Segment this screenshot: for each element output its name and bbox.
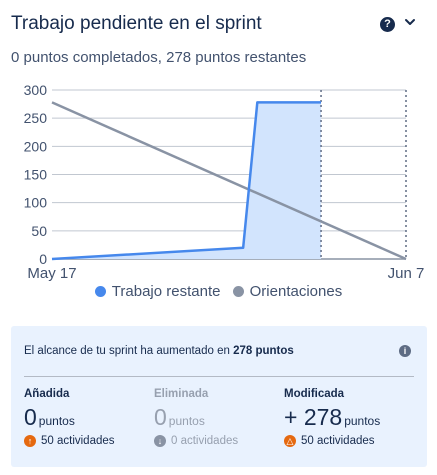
- legend-label-guideline: Orientaciones: [249, 283, 343, 300]
- delta-icon: △: [284, 435, 296, 447]
- y-tick-label: 50: [31, 223, 47, 239]
- stat-modified-activities-label: 50 actividades: [301, 435, 375, 447]
- stat-modified-unit: puntos: [344, 414, 381, 428]
- question-circle-icon[interactable]: ?: [380, 17, 395, 32]
- x-start-label: May 17: [27, 265, 76, 282]
- remaining-work-area: [52, 102, 322, 259]
- stat-added-unit: puntos: [38, 414, 75, 428]
- legend-label-remaining: Trabajo restante: [111, 283, 221, 300]
- scope-amount: 278 puntos: [233, 345, 294, 357]
- chevron-down-icon[interactable]: [403, 15, 417, 29]
- arrow-up-icon: ↑: [24, 435, 36, 447]
- burndown-chart-svg: 050100150200250300May 17 Jun 7: [24, 82, 425, 282]
- scope-change-panel: El alcance de tu sprint ha aumentado en …: [11, 326, 427, 467]
- burndown-chart: 0 50 100 150 200 250 300 May 17 Jun 7: [0, 78, 437, 300]
- guideline-series-line: [51, 101, 407, 261]
- y-tick-label: 150: [24, 167, 48, 183]
- stat-added-activities-label: 50 actividades: [41, 435, 115, 447]
- stat-removed: Eliminada 0 puntos ↓ 0 actividades: [154, 388, 284, 447]
- widget-title: Trabajo pendiente en el sprint: [11, 13, 262, 34]
- stat-added-label: Añadida: [24, 388, 70, 400]
- y-tick-label: 250: [24, 110, 48, 126]
- stat-removed-activities-label: 0 actividades: [171, 435, 239, 447]
- stat-modified-activities[interactable]: △ 50 actividades: [284, 435, 414, 447]
- chart-legend: Trabajo restante Orientaciones: [0, 283, 437, 303]
- y-tick-label: 200: [24, 138, 48, 154]
- stat-added: Añadida 0 puntos ↑ 50 actividades: [24, 388, 154, 447]
- points-summary: 0 puntos completados, 278 puntos restant…: [11, 49, 307, 66]
- scope-change-text: El alcance de tu sprint ha aumentado en …: [24, 345, 294, 357]
- stat-modified-value: + 278: [284, 404, 343, 430]
- stat-added-activities[interactable]: ↑ 50 actividades: [24, 435, 154, 447]
- stat-removed-label: Eliminada: [154, 388, 209, 400]
- stat-removed-activities[interactable]: ↓ 0 actividades: [154, 435, 284, 447]
- stat-modified-label: Modificada: [284, 388, 345, 400]
- scope-prefix: El alcance de tu sprint ha aumentado en: [24, 345, 234, 357]
- legend-dot-remaining: [94, 286, 106, 297]
- stat-modified: Modificada + 278 puntos △ 50 actividades: [284, 388, 414, 447]
- x-end-label: Jun 7: [388, 265, 425, 282]
- info-icon[interactable]: i: [399, 345, 411, 357]
- arrow-down-icon: ↓: [154, 435, 166, 447]
- y-tick-label: 300: [24, 82, 48, 98]
- stat-removed-unit: puntos: [168, 414, 205, 428]
- stat-removed-value: 0: [154, 404, 167, 430]
- legend-item-guideline[interactable]: Orientaciones: [232, 283, 343, 300]
- panel-divider: [24, 376, 414, 377]
- legend-dot-guideline: [232, 286, 244, 297]
- widget-header: Trabajo pendiente en el sprint ?: [11, 11, 423, 37]
- stat-added-value: 0: [24, 404, 37, 430]
- legend-item-remaining[interactable]: Trabajo restante: [94, 283, 221, 300]
- y-tick-label: 100: [24, 195, 48, 211]
